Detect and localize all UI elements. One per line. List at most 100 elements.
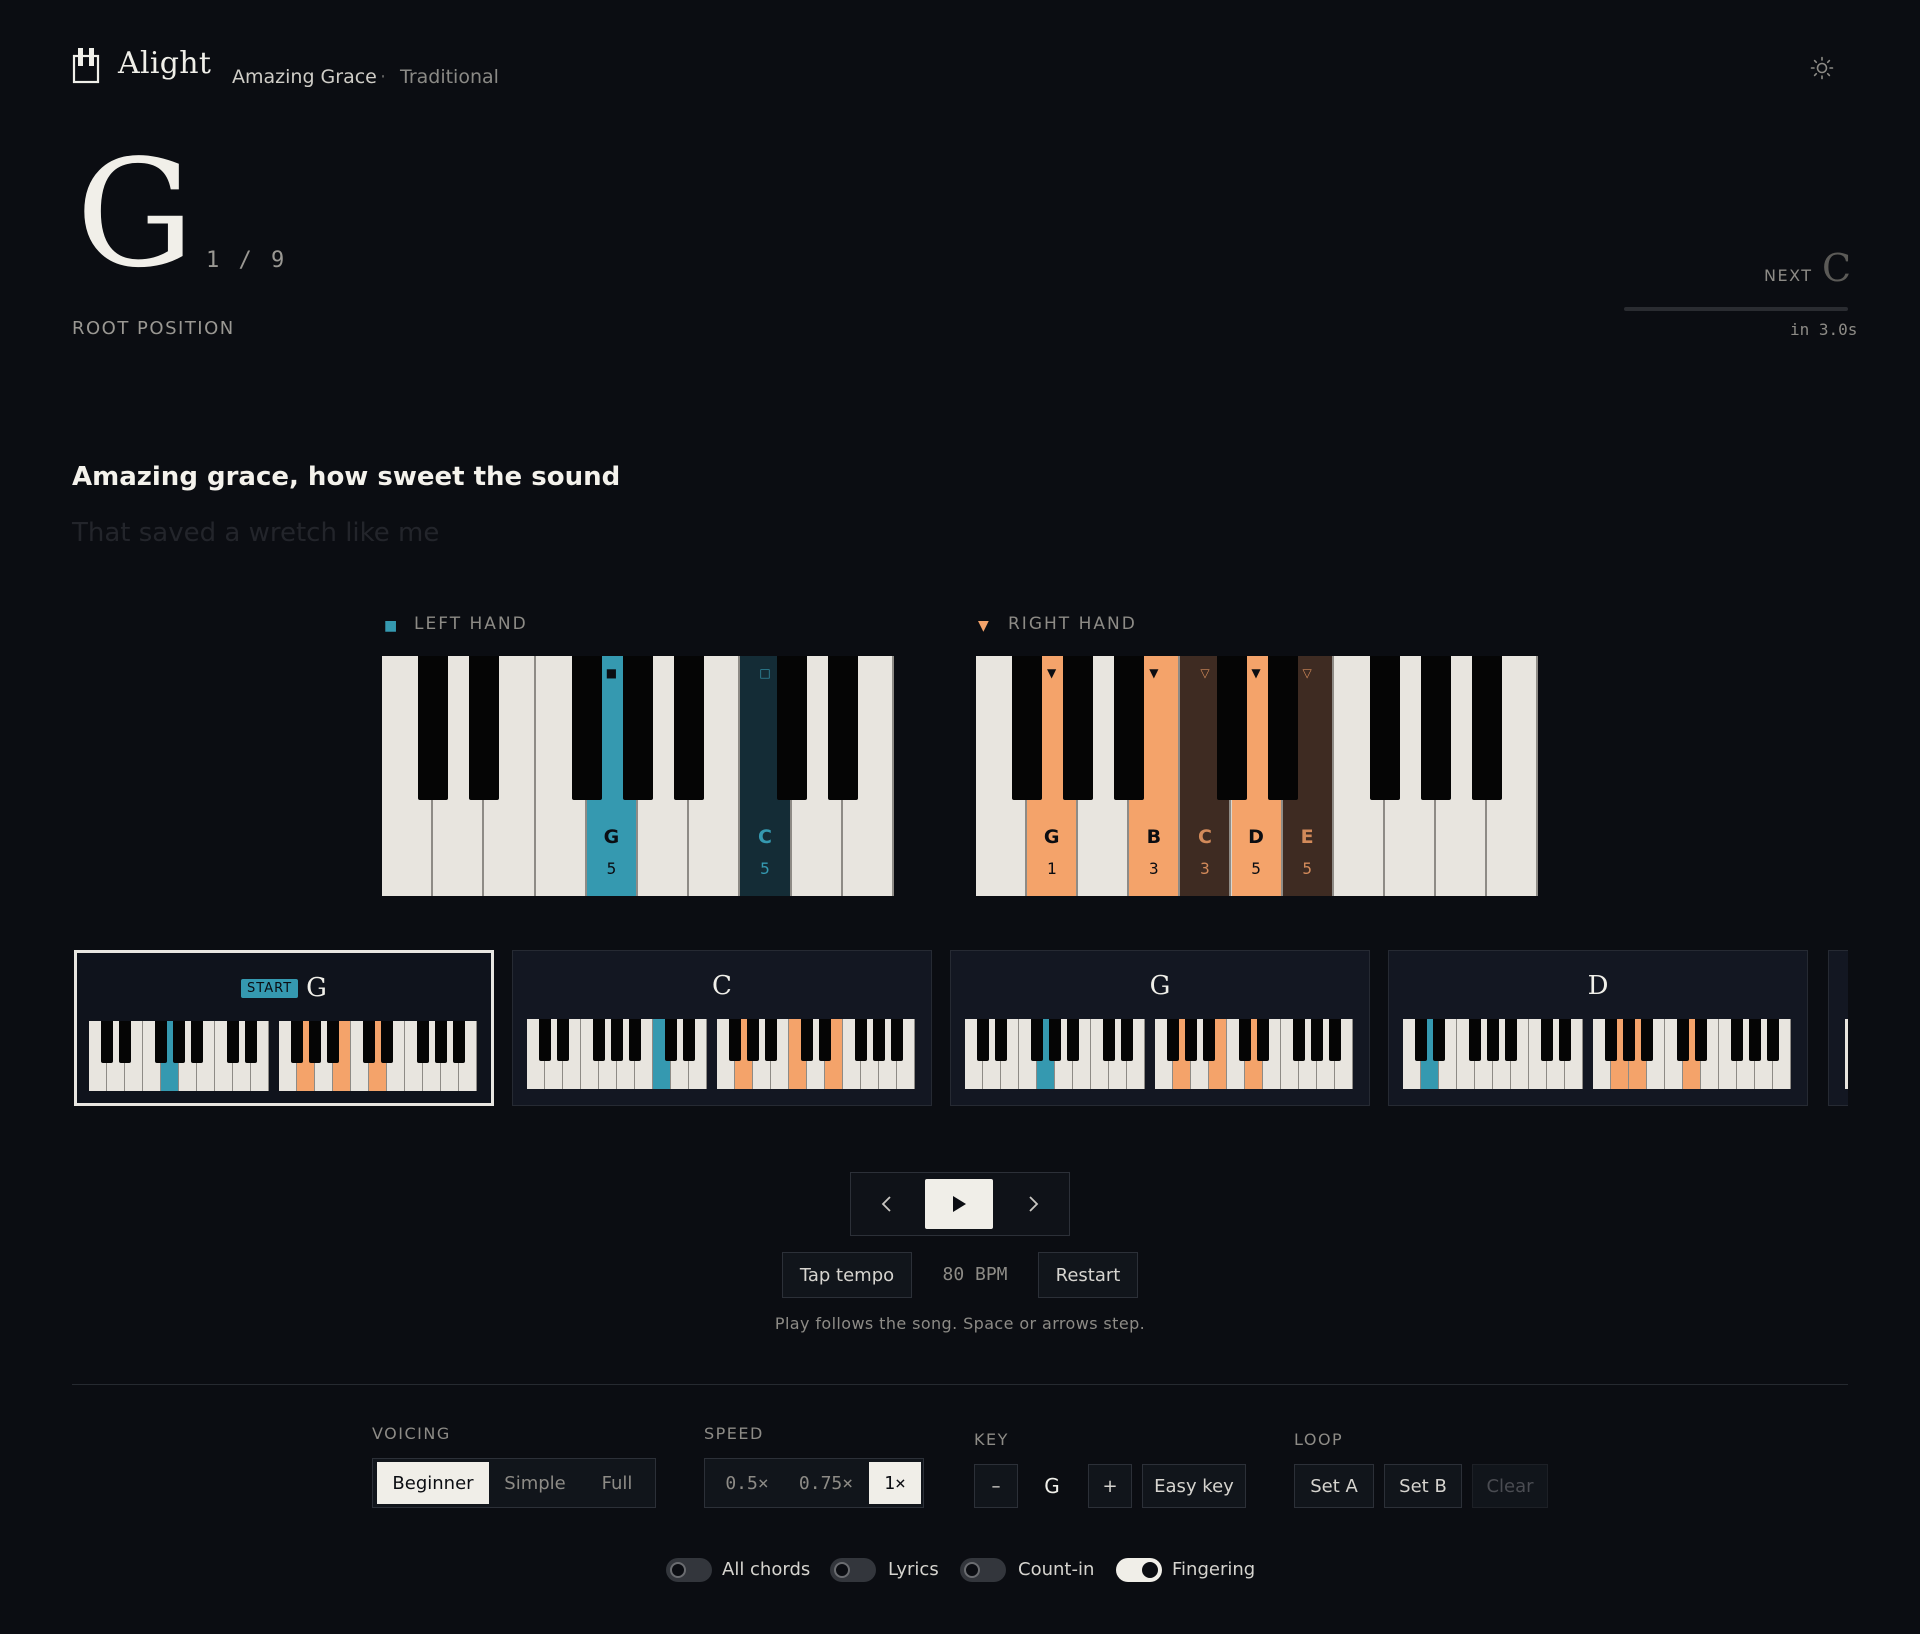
- black-key[interactable]: [469, 656, 500, 800]
- mini-black-key: [1731, 1019, 1743, 1061]
- restart-button[interactable]: Restart: [1038, 1252, 1138, 1298]
- lyric-current: Amazing grace, how sweet the sound: [72, 462, 621, 492]
- speed-option-full[interactable]: 1×: [869, 1462, 921, 1504]
- mini-black-key: [435, 1021, 447, 1063]
- mini-black-key: [1049, 1019, 1061, 1061]
- fingering-toggle[interactable]: [1116, 1558, 1162, 1582]
- black-key[interactable]: [776, 656, 807, 800]
- logo-icon: [72, 48, 100, 84]
- mini-left-keyboard: [527, 1019, 707, 1089]
- black-key[interactable]: [1472, 656, 1502, 800]
- brand-name: Alight: [118, 46, 212, 81]
- fingering-label: Fingering: [1172, 1559, 1256, 1580]
- next-chord-button[interactable]: [999, 1179, 1067, 1229]
- all-chords-toggle[interactable]: [666, 1558, 712, 1582]
- next-countdown: in 3.0s: [1790, 320, 1858, 339]
- lyric-next: That saved a wretch like me: [72, 518, 440, 548]
- mini-left-keyboard: [965, 1019, 1145, 1089]
- mini-right-keyboard: [279, 1021, 477, 1091]
- black-key[interactable]: [1267, 656, 1298, 800]
- progression-card-4[interactable]: D: [1388, 950, 1808, 1106]
- mini-black-key: [1559, 1019, 1571, 1061]
- voicing-option-simple[interactable]: Simple: [491, 1462, 579, 1504]
- mini-black-key: [191, 1021, 203, 1063]
- chevron-right-icon: [1029, 1196, 1039, 1212]
- key-finger-number: 5: [1251, 859, 1261, 878]
- black-key[interactable]: [1012, 656, 1043, 800]
- count-in-toggle[interactable]: [960, 1558, 1006, 1582]
- easy-key-button[interactable]: Easy key: [1142, 1464, 1246, 1508]
- voicing-option-full[interactable]: Full: [581, 1462, 653, 1504]
- key-finger-number: 5: [1302, 859, 1312, 878]
- voicing-selector: Beginner Simple Full: [372, 1458, 656, 1508]
- current-chord: G: [76, 128, 195, 300]
- loop-set-a-button[interactable]: Set A: [1294, 1464, 1374, 1508]
- mini-black-key: [1469, 1019, 1481, 1061]
- mini-black-key: [227, 1021, 239, 1063]
- black-key[interactable]: [1114, 656, 1145, 800]
- mini-black-key: [309, 1021, 321, 1063]
- black-key[interactable]: [1420, 656, 1451, 800]
- black-key[interactable]: [1369, 656, 1400, 800]
- key-note-label: B: [1146, 826, 1162, 848]
- next-label: NEXT: [1764, 266, 1813, 285]
- key-note-label: G: [603, 826, 620, 848]
- lyrics-toggle[interactable]: [830, 1558, 876, 1582]
- previous-chord-button[interactable]: [853, 1179, 921, 1229]
- mini-black-key: [747, 1019, 759, 1061]
- mini-right-keyboard: [717, 1019, 915, 1089]
- black-key[interactable]: [1216, 656, 1247, 800]
- black-key[interactable]: [571, 656, 602, 800]
- black-key[interactable]: [1063, 656, 1094, 800]
- progression-card-3[interactable]: G: [950, 950, 1370, 1106]
- left-hand-keyboard[interactable]: ■ G 5 □ C 5: [382, 656, 894, 896]
- mini-black-key: [381, 1021, 393, 1063]
- mini-black-key: [855, 1019, 867, 1061]
- chord-position: ROOT POSITION: [72, 318, 235, 339]
- progression-card-1[interactable]: START G: [74, 950, 494, 1106]
- all-chords-label: All chords: [722, 1559, 811, 1580]
- progression-chord-label: G: [1149, 971, 1171, 1001]
- mini-black-key: [1239, 1019, 1251, 1061]
- play-button[interactable]: [925, 1179, 993, 1229]
- black-key[interactable]: [623, 656, 653, 800]
- progression-chord-name: START G: [77, 973, 491, 1003]
- mini-black-key: [1167, 1019, 1179, 1061]
- mini-black-key: [119, 1021, 131, 1063]
- mini-black-key: [1121, 1019, 1133, 1061]
- chevron-left-icon: [881, 1196, 891, 1212]
- mini-black-key: [1541, 1019, 1553, 1061]
- mini-black-key: [765, 1019, 777, 1061]
- tap-tempo-button[interactable]: Tap tempo: [782, 1252, 912, 1298]
- key-label: KEY: [974, 1430, 1009, 1449]
- key-down-button[interactable]: –: [974, 1464, 1018, 1508]
- voicing-option-beginner[interactable]: Beginner: [377, 1462, 489, 1504]
- transport-hint: Play follows the song. Space or arrows s…: [774, 1314, 1146, 1333]
- black-key[interactable]: [674, 656, 705, 800]
- mini-black-key: [327, 1021, 339, 1063]
- sun-icon[interactable]: [1810, 56, 1834, 80]
- mini-black-key: [245, 1021, 257, 1063]
- mini-black-key: [1433, 1019, 1445, 1061]
- loop-set-b-button[interactable]: Set B: [1384, 1464, 1462, 1508]
- mini-right-keyboard: [1593, 1019, 1791, 1089]
- mini-black-key: [101, 1021, 113, 1063]
- progression-card-2[interactable]: C: [512, 950, 932, 1106]
- mini-black-key: [1067, 1019, 1079, 1061]
- key-up-button[interactable]: +: [1088, 1464, 1132, 1508]
- transport-controls: [850, 1172, 1070, 1236]
- speed-option-three-quarter[interactable]: 0.75×: [785, 1462, 867, 1504]
- mini-black-key: [1767, 1019, 1779, 1061]
- mini-black-key: [1257, 1019, 1269, 1061]
- progression-overflow-card[interactable]: [1828, 950, 1848, 1106]
- right-hand-keyboard[interactable]: ▼ G 1 ▼ B 3 ▽ C 3 ▼ D 5 ▽ E 5: [976, 656, 1539, 896]
- mini-black-key: [1677, 1019, 1689, 1061]
- speed-selector: 0.5× 0.75× 1×: [704, 1458, 924, 1508]
- black-key[interactable]: [418, 656, 449, 800]
- song-title[interactable]: Amazing Grace: [232, 66, 377, 88]
- loop-clear-button[interactable]: Clear: [1472, 1464, 1548, 1508]
- mini-black-key: [291, 1021, 303, 1063]
- speed-option-half[interactable]: 0.5×: [709, 1462, 785, 1504]
- key-finger-number: 1: [1046, 859, 1057, 878]
- black-key[interactable]: [827, 656, 858, 800]
